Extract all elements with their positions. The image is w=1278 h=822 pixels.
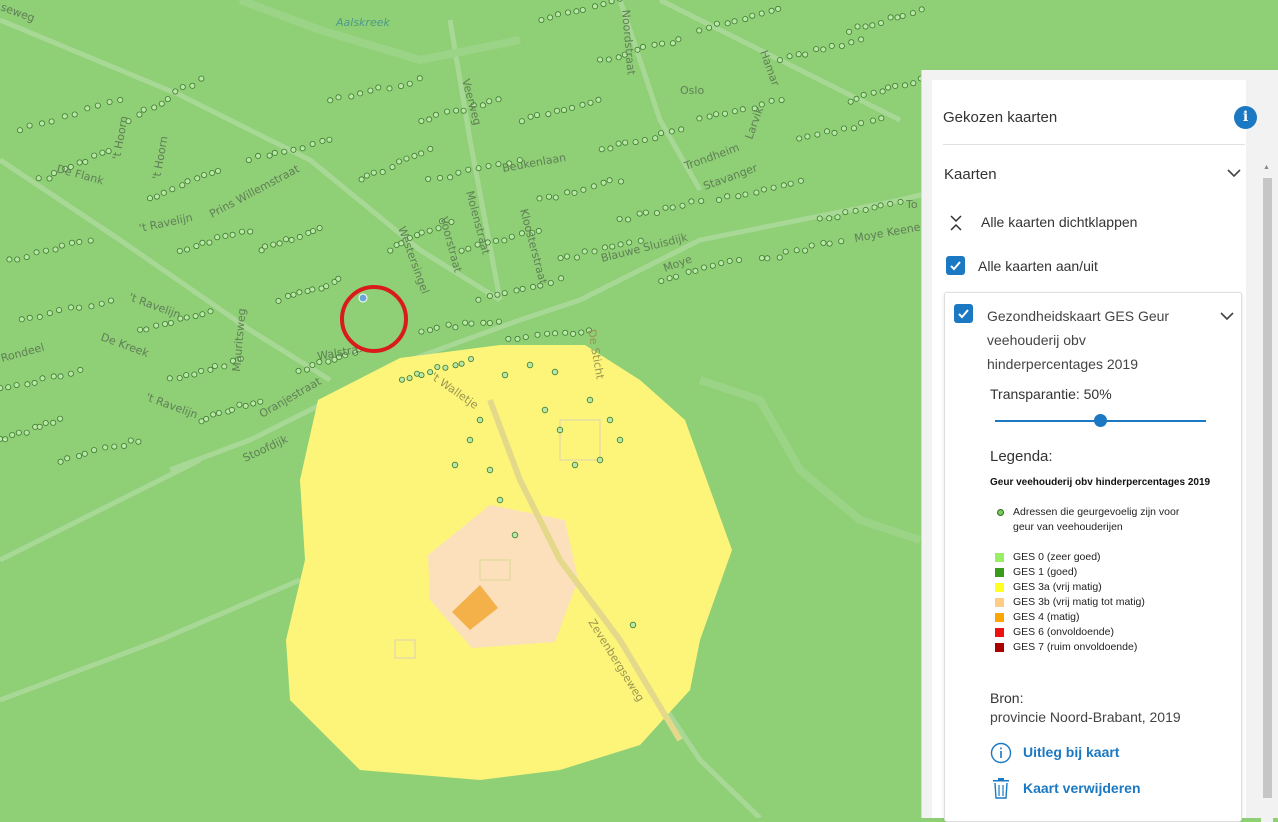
map-layer-checkbox[interactable] xyxy=(954,304,973,323)
street-label: To xyxy=(905,198,918,211)
chosen-maps-panel: Gekozen kaarten i Kaarten Alle kaarten d… xyxy=(921,70,1278,822)
info-icon[interactable]: i xyxy=(1234,106,1257,129)
legend-swatch xyxy=(995,628,1004,637)
street-label: Aalskreek xyxy=(335,16,390,29)
toggle-all-label[interactable]: Alle kaarten aan/uit xyxy=(978,258,1098,274)
remove-map-link[interactable]: Kaart verwijderen xyxy=(1023,780,1141,796)
legend-swatch xyxy=(995,583,1004,592)
collapse-all-icon[interactable] xyxy=(949,214,963,232)
panel-card: Gekozen kaarten i Kaarten Alle kaarten d… xyxy=(932,80,1273,822)
scrollbar-thumb[interactable] xyxy=(1263,178,1272,798)
transparency-value: 50% xyxy=(1083,386,1112,402)
legend-label: GES 7 (ruim onvoldoende) xyxy=(1013,641,1138,653)
trash-icon[interactable] xyxy=(991,777,1011,799)
legend-title: Legenda: xyxy=(990,448,1053,465)
transparency-label-text: Transparantie: xyxy=(990,386,1080,402)
transparency-label: Transparantie: 50% xyxy=(990,386,1112,402)
checkmark-icon xyxy=(958,309,969,319)
legend-label: GES 4 (matig) xyxy=(1013,611,1080,623)
transparency-slider-handle[interactable] xyxy=(1094,414,1107,427)
legend-label: GES 6 (onvoldoende) xyxy=(1013,626,1114,638)
section-maps-title[interactable]: Kaarten xyxy=(944,166,997,183)
address-dot-swatch xyxy=(997,509,1004,516)
legend-label: GES 0 (zeer goed) xyxy=(1013,551,1101,563)
map-layer-title[interactable]: Gezondheidskaart GES Geur veehouderij ob… xyxy=(987,304,1195,376)
source-text: provincie Noord-Brabant, 2019 xyxy=(990,709,1181,725)
source-title: Bron: xyxy=(990,690,1024,706)
legend-label: GES 3b (vrij matig tot matig) xyxy=(1013,596,1145,608)
legend-label: GES 3a (vrij matig) xyxy=(1013,581,1102,593)
legend-swatch xyxy=(995,598,1004,607)
location-pin xyxy=(358,293,368,303)
legend-swatch xyxy=(995,643,1004,652)
divider xyxy=(943,144,1245,145)
toggle-all-checkbox[interactable] xyxy=(946,256,965,275)
info-circle-icon[interactable] xyxy=(990,742,1012,764)
address-dot-label: Adressen die geurgevoelig zijn voor geur… xyxy=(1013,506,1180,533)
legend-swatch xyxy=(995,568,1004,577)
collapse-all-button[interactable]: Alle kaarten dichtklappen xyxy=(981,214,1137,230)
explain-map-link[interactable]: Uitleg bij kaart xyxy=(1023,744,1119,760)
map-layer-card: Gezondheidskaart GES Geur veehouderij ob… xyxy=(944,292,1242,822)
scroll-up-arrow[interactable]: ▲ xyxy=(1263,164,1270,171)
legend-subtitle: Geur veehouderij obv hinderpercentages 2… xyxy=(990,477,1211,488)
chevron-down-icon[interactable] xyxy=(1227,165,1241,181)
chevron-down-icon[interactable] xyxy=(1220,308,1234,324)
legend-label: GES 1 (goed) xyxy=(1013,566,1078,578)
panel-title: Gekozen kaarten xyxy=(943,109,1058,126)
checkmark-icon xyxy=(950,261,961,271)
street-label: Oslo xyxy=(680,84,704,97)
legend-swatch xyxy=(995,613,1004,622)
legend-swatch xyxy=(995,553,1004,562)
